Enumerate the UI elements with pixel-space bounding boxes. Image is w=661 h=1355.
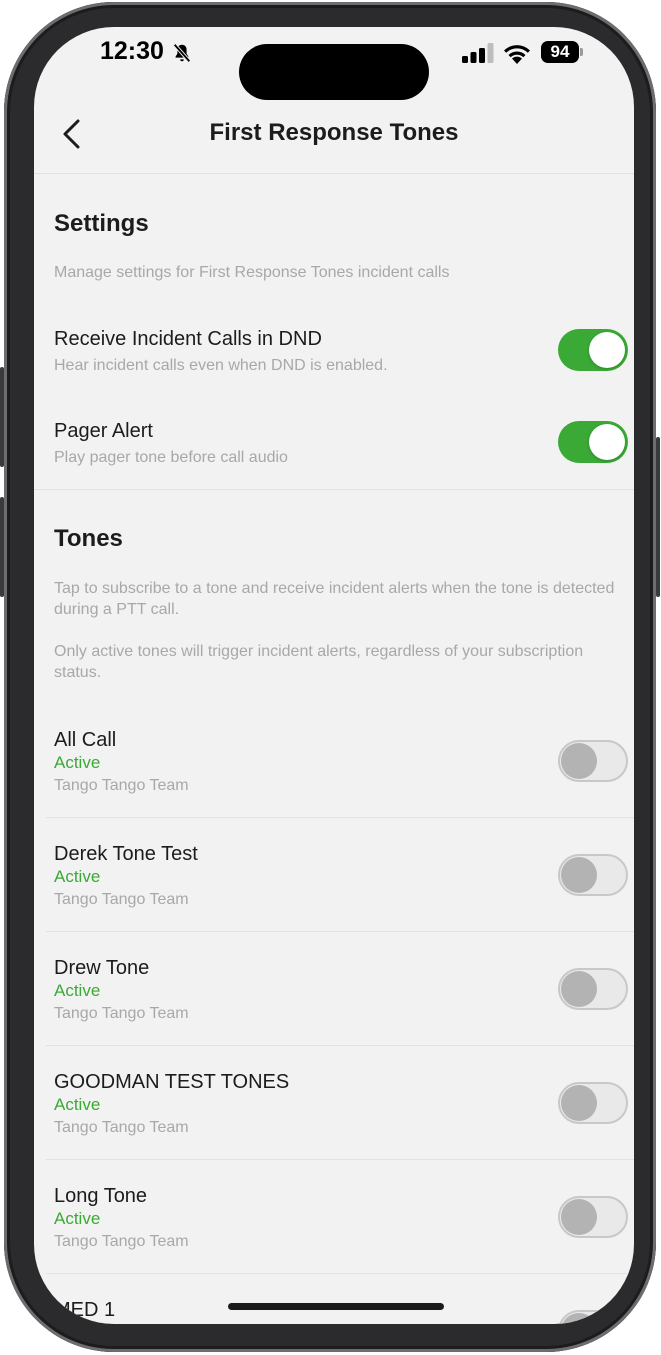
tone-name: Long Tone [54,1185,148,1207]
home-indicator[interactable] [228,1303,444,1310]
tones-description-1: Tap to subscribe to a tone and receive i… [54,580,615,618]
settings-heading: Settings [54,210,149,237]
toggle-knob [561,1199,597,1235]
toggle-knob [589,332,625,368]
bell-slash-icon [173,43,191,63]
pager-alert-label: Pager Alert [54,420,153,442]
toggle-knob [561,971,597,1007]
dnd-setting-subtitle: Hear incident calls even when DND is ena… [54,357,388,374]
tone-status: Active [54,1095,101,1114]
toggle-knob [589,424,625,460]
row-divider [46,1045,634,1046]
status-time: 12:30 [100,37,164,65]
row-divider [46,817,634,818]
status-bar: 12:30 94 [34,27,634,100]
tone-team: Tango Tango Team [54,891,189,908]
row-divider [46,1159,634,1160]
wifi-icon [504,45,530,64]
toggle-knob [561,743,597,779]
tone-team: Tango Tango Team [54,777,189,794]
row-divider [46,931,634,932]
tone-subscribe-toggle[interactable] [558,1082,628,1124]
dynamic-island [239,44,429,100]
tones-heading: Tones [54,525,123,552]
dnd-setting-label: Receive Incident Calls in DND [54,328,322,350]
page-title: First Response Tones [209,119,459,146]
phone-frame: 12:30 94 First Response Tones Settings M… [0,2,660,1352]
section-divider [34,489,634,490]
tone-status: Active [54,753,101,772]
tone-team: Tango Tango Team [54,1119,189,1136]
tone-status: Active [54,981,101,1000]
tone-subscribe-toggle[interactable] [558,1196,628,1238]
side-button-left [0,367,4,467]
cellular-signal-icon [462,43,494,63]
tone-team: Tango Tango Team [54,1005,189,1022]
tone-status: Active [54,867,101,886]
pager-alert-subtitle: Play pager tone before call audio [54,449,288,466]
battery-nub [580,48,583,56]
toggle-knob [561,1085,597,1121]
pager-alert-toggle[interactable] [558,421,628,463]
tone-team: Tango Tango Team [54,1233,189,1250]
dnd-toggle[interactable] [558,329,628,371]
tone-subscribe-toggle[interactable] [558,1310,628,1324]
tones-description-2: Only active tones will trigger incident … [54,643,584,681]
tone-name: All Call [54,729,117,751]
settings-description: Manage settings for First Response Tones… [54,264,450,281]
tone-status: Active [54,1209,101,1228]
screen: 12:30 94 First Response Tones Settings M… [34,27,634,1324]
tone-subscribe-toggle[interactable] [558,740,628,782]
toggle-knob [561,1313,597,1324]
toggle-knob [561,857,597,893]
side-button-left-2 [0,497,4,597]
tone-subscribe-toggle[interactable] [558,854,628,896]
tone-name: Drew Tone [54,957,150,979]
nav-header: First Response Tones [34,97,634,174]
tone-subscribe-toggle[interactable] [558,968,628,1010]
side-button-right [656,437,660,597]
battery-icon: 94 [541,41,579,63]
row-divider [46,1273,634,1274]
tone-name: Derek Tone Test [54,843,198,865]
tone-name: MED 1 [54,1299,116,1321]
tone-name: GOODMAN TEST TONES [54,1071,290,1093]
